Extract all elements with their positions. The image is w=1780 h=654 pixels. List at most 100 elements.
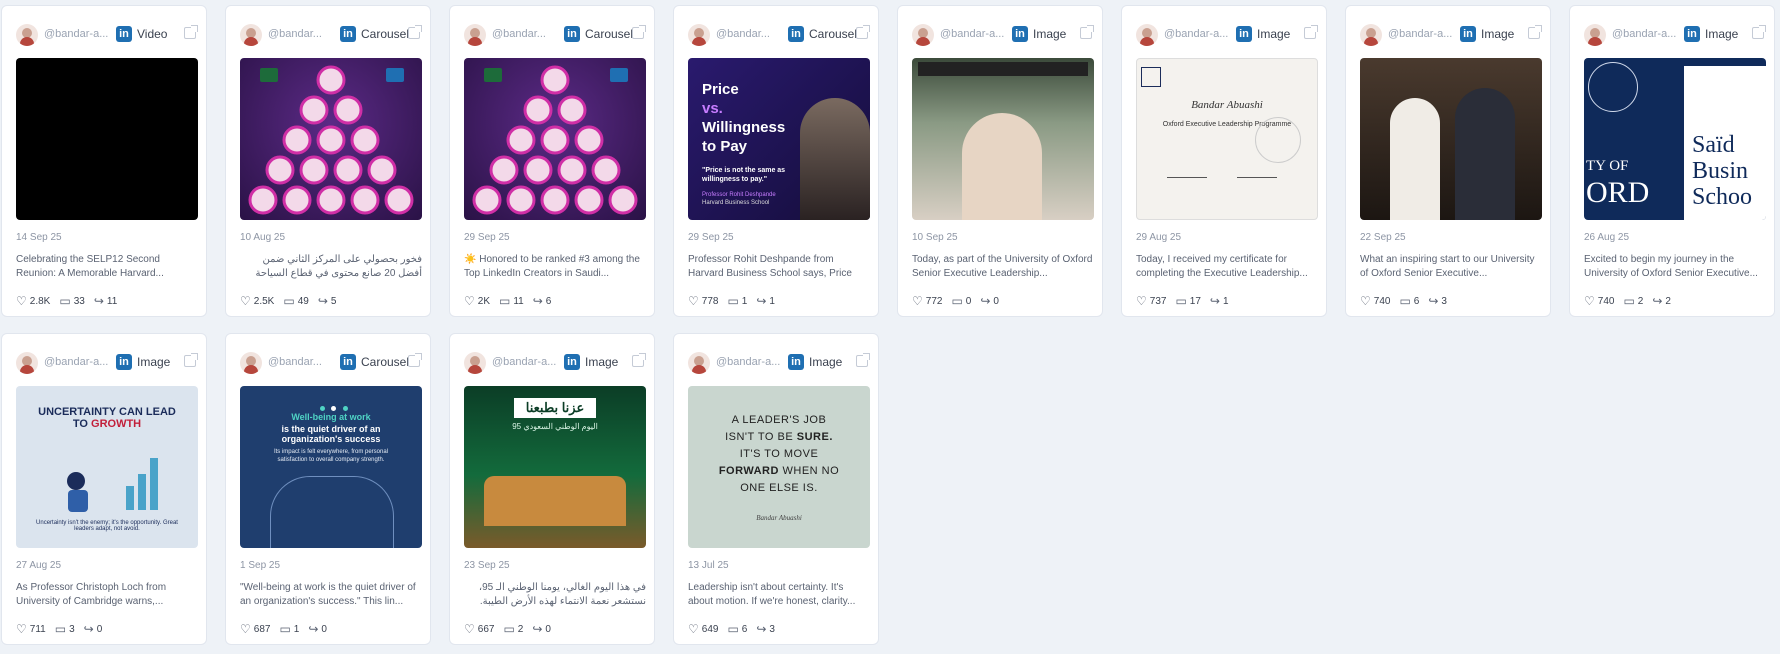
post-card[interactable]: @bandar... in Carousel Price vs. Willing… [673,5,879,317]
image-thumbnail[interactable] [1360,58,1542,220]
post-card[interactable]: @bandar... in Carousel Well-being at wor… [225,333,431,645]
post-caption: Professor Rohit Deshpande from Harvard B… [688,254,852,279]
post-card[interactable]: @bandar-a... in Image 10 Sep 25 Today, a… [897,5,1103,317]
comment-icon: ▭ [54,622,67,636]
post-card[interactable]: @bandar-a... in Image عزنا بطبعنا اليوم … [449,333,655,645]
cert-recipient: Bandar Abuashi [1191,99,1263,111]
avatar [1360,24,1382,46]
comment-icon: ▭ [951,294,963,308]
post-caption: What an inspiring start to our Universit… [1360,254,1535,279]
comment-icon: ▭ [727,294,739,308]
shares-count: 3 [769,623,775,635]
quote-line: ONE ELSE IS. [740,482,818,494]
post-caption: Excited to begin my journey in the Unive… [1584,254,1758,279]
avatar [464,24,486,46]
thumb-subtitle: اليوم الوطني السعودي 95 [512,422,598,431]
external-link-icon[interactable] [632,25,646,39]
likes-count: 778 [701,295,719,307]
external-link-icon[interactable] [408,25,422,39]
shares-count: 1 [1222,295,1229,307]
certificate-thumbnail[interactable]: Bandar Abuashi Oxford Executive Leadersh… [1136,58,1318,220]
post-card[interactable]: @bandar-a... in Image 22 Sep 25 What an … [1345,5,1551,317]
avatar [912,24,934,46]
post-type: Carousel [809,27,858,41]
author-handle[interactable]: @bandar... [716,28,786,40]
post-card[interactable]: @bandar-a... in Image TY OF ORD Saïd Bus… [1569,5,1775,317]
post-card[interactable]: @bandar... in Carousel 29 Sep 25 ☀️ Hono… [449,5,655,317]
linkedin-icon: in [564,26,580,42]
likes-count: 2.8K [29,295,51,307]
author-handle[interactable]: @bandar-a... [716,356,786,368]
post-type: Carousel [585,27,634,41]
external-link-icon[interactable] [1080,25,1094,39]
card-header: @bandar... in Carousel [226,6,430,50]
carousel-thumbnail[interactable] [464,58,646,220]
white-panel: Saïd Busin Schoo [1684,66,1766,220]
post-card[interactable]: @bandar-a... in Video 14 Sep 25 Celebrat… [1,5,207,317]
card-header: @bandar... in Carousel [674,6,878,50]
carousel-thumbnail[interactable]: Price vs. Willingness to Pay "Price is n… [688,58,870,220]
comment-icon: ▭ [59,294,71,308]
post-type: Image [137,355,171,369]
author-handle[interactable]: @bandar-a... [44,28,114,40]
shares-count: 1 [769,295,775,307]
card-header: @bandar-a... in Video [2,6,206,50]
post-stats: ♡ 740 ▭ 6 ↪ 3 [1360,294,1456,308]
external-link-icon[interactable] [632,353,646,367]
thumb-title-line: vs. [702,100,723,117]
author-handle[interactable]: @bandar... [268,28,338,40]
external-link-icon[interactable] [856,25,870,39]
author-handle[interactable]: @bandar... [492,28,562,40]
post-date: 10 Aug 25 [240,232,286,243]
external-link-icon[interactable] [1528,25,1542,39]
share-icon: ↪ [532,294,543,308]
comments-count: 1 [741,295,748,307]
author-handle[interactable]: @bandar-a... [1164,28,1234,40]
author-handle[interactable]: @bandar-a... [1388,28,1458,40]
post-card[interactable]: @bandar-a... in Image Bandar Abuashi Oxf… [1121,5,1327,317]
post-card[interactable]: @bandar-a... in Image UNCERTAINTY CAN LE… [1,333,207,645]
author-handle[interactable]: @bandar-a... [492,356,562,368]
comment-icon: ▭ [1623,294,1635,308]
quote-thumbnail[interactable]: A LEADER'S JOB ISN'T TO BE SURE. IT'S TO… [688,386,870,548]
comments-count: 0 [965,295,972,307]
external-link-icon[interactable] [1752,25,1766,39]
thumb-title-line: to Pay [702,138,748,155]
shares-count: 0 [96,623,103,635]
post-card[interactable]: @bandar-a... in Image A LEADER'S JOB ISN… [673,333,879,645]
author-handle[interactable]: @bandar-a... [940,28,1010,40]
post-date: 29 Sep 25 [464,232,510,243]
heart-icon: ♡ [912,294,923,308]
shares-count: 11 [106,295,118,307]
external-link-icon[interactable] [1304,25,1318,39]
post-date: 22 Sep 25 [1360,232,1406,243]
comment-icon: ▭ [283,294,295,308]
post-card[interactable]: @bandar... in Carousel 10 Aug 25 فخور بح… [225,5,431,317]
external-link-icon[interactable] [184,353,198,367]
likes-count: 737 [1149,295,1167,307]
author-handle[interactable]: @bandar-a... [44,356,114,368]
comments-count: 6 [741,623,748,635]
carousel-thumbnail[interactable] [240,58,422,220]
author-handle[interactable]: @bandar-a... [1612,28,1682,40]
external-link-icon[interactable] [856,353,870,367]
video-thumbnail[interactable] [16,58,198,220]
external-link-icon[interactable] [184,25,198,39]
post-stats: ♡ 778 ▭ 1 ↪ 1 [688,294,784,308]
post-date: 14 Sep 25 [16,232,62,243]
comment-icon: ▭ [279,622,291,636]
image-thumbnail[interactable]: TY OF ORD Saïd Busin Schoo [1584,58,1766,220]
image-thumbnail[interactable]: UNCERTAINTY CAN LEAD TO GROWTH Uncertain… [16,386,198,548]
carousel-thumbnail[interactable]: Well-being at work is the quiet driver o… [240,386,422,548]
image-thumbnail[interactable]: عزنا بطبعنا اليوم الوطني السعودي 95 [464,386,646,548]
hexagon-grid-graphic [248,65,414,215]
author-handle[interactable]: @bandar... [268,356,338,368]
card-header: @bandar-a... in Image [1122,6,1326,50]
quote-line: IT'S TO MOVE [739,448,819,460]
thumb-footnote: Uncertainty isn't the enemy; it's the op… [36,520,178,532]
thumb-title-line: Price [702,81,739,98]
linkedin-icon: in [1684,26,1700,42]
external-link-icon[interactable] [408,353,422,367]
image-thumbnail[interactable] [912,58,1094,220]
post-stats: ♡ 649 ▭ 6 ↪ 3 [688,622,784,636]
